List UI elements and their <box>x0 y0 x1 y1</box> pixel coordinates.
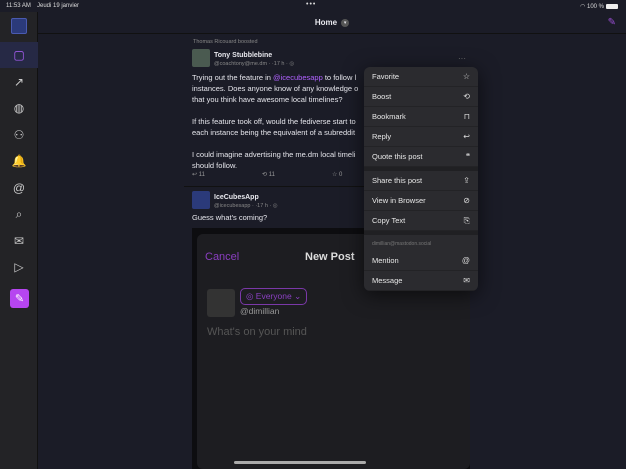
preview-placeholder: What's on your mind <box>207 326 307 338</box>
preview-cancel: Cancel <box>205 251 240 263</box>
context-menu: Favorite ☆ Boost ⟲ Bookmark ⊓ Reply ↩ Quote this… <box>364 67 478 291</box>
sidebar-item-explore[interactable]: ◍ <box>0 95 38 121</box>
menu-item-boost[interactable]: Boost ⟲ <box>364 87 478 107</box>
author-handle: @coachtony@me.dm · ·17 h · ◎ <box>214 61 295 67</box>
menu-item-view-in-browser[interactable]: View in Browser ⊘ <box>364 191 478 211</box>
menu-item-label: Favorite <box>372 72 400 81</box>
compose-icon[interactable]: ✎ <box>608 17 616 28</box>
wifi-icon: ◠ <box>580 4 587 10</box>
menu-item-label: Quote this post <box>372 152 423 161</box>
sidebar: ▢ ↗ ◍ ⚇ 🔔 @ ⌕ ✉ ▷ ✎ <box>0 12 38 469</box>
author-name[interactable]: Tony Stubblebine <box>214 52 272 59</box>
menu-item-bookmark[interactable]: Bookmark ⊓ <box>364 107 478 127</box>
sidebar-item-settings[interactable]: ▷ <box>0 254 38 280</box>
boosted-by: Thomas Ricouard boosted <box>193 39 258 45</box>
messages-icon: ✉ <box>13 233 25 248</box>
sidebar-item-timeline[interactable]: ▢ <box>0 42 38 68</box>
settings-icon: ▷ <box>14 260 24 274</box>
view-icon: ⊘ <box>463 196 470 205</box>
sidebar-item-messages[interactable]: ✉ <box>0 228 38 254</box>
menu-item-label: Bookmark <box>372 112 406 121</box>
reply-count: 11 <box>198 172 205 178</box>
menu-item-label: Mention <box>372 256 399 265</box>
mentions-icon: @ <box>12 180 26 195</box>
menu-item-label: Share this post <box>372 176 423 185</box>
preview-visibility: ◎ Everyone ⌄ <box>240 288 308 305</box>
preview-title: New Post <box>305 251 355 263</box>
avatar[interactable] <box>192 191 210 209</box>
reply-icon: ↩ <box>463 132 470 141</box>
favorite-icon: ☆ <box>462 72 470 81</box>
battery-icon <box>606 3 618 9</box>
sidebar-item-trending[interactable]: ↗ <box>0 69 38 95</box>
multitask-dots[interactable]: ••• <box>306 1 316 8</box>
bookmark-icon: ⊓ <box>463 112 470 121</box>
menu-item-label: Boost <box>372 92 392 101</box>
home-indicator[interactable] <box>234 461 366 464</box>
notifications-icon: 🔔 <box>11 154 27 168</box>
favorite-button[interactable]: ☆ 0 <box>332 171 342 178</box>
sidebar-item-search[interactable]: ⌕ <box>0 201 38 227</box>
share-icon: ⇪ <box>463 176 470 185</box>
message-icon: ✉ <box>463 276 470 285</box>
mention-icon: @ <box>461 256 470 265</box>
search-icon: ⌕ <box>15 206 23 221</box>
status-right: ◠ 100 % <box>580 3 618 10</box>
menu-item-copy-text[interactable]: Copy Text ⎘ <box>364 211 478 231</box>
reply-button[interactable]: ↩ 11 <box>192 171 205 178</box>
page-title[interactable]: Home <box>315 18 337 27</box>
people-icon: ⚇ <box>13 127 25 142</box>
menu-item-share-this-post[interactable]: Share this post ⇪ <box>364 171 478 191</box>
menu-item-message[interactable]: Message ✉ <box>364 271 478 291</box>
status-date: Jeudi 19 janvier <box>37 3 80 9</box>
account-avatar[interactable] <box>11 18 27 34</box>
menu-item-reply[interactable]: Reply ↩ <box>364 127 478 147</box>
menu-item-label: Message <box>372 276 403 285</box>
timeline-icon: ▢ <box>13 48 25 62</box>
sidebar-item-notifications[interactable]: 🔔 <box>0 148 38 174</box>
status-bar: 11:53 AM Jeudi 19 janvier ••• ◠ 100 % <box>0 0 626 12</box>
visibility-label: Everyone <box>255 291 292 301</box>
more-icon[interactable]: ··· <box>458 54 466 63</box>
text: to follow l instances. Does anyone know … <box>192 73 359 170</box>
author-handle: @icecubesapp · ·17 h · ◎ <box>214 203 278 209</box>
battery-percent: 100 % <box>586 4 604 10</box>
avatar[interactable] <box>192 49 210 67</box>
mention-link[interactable]: @icecubesapp <box>273 73 323 82</box>
menu-item-label: Reply <box>372 132 392 141</box>
copy-icon: ⎘ <box>463 215 470 225</box>
trending-icon: ↗ <box>13 74 25 89</box>
header: Home ▾ ✎ <box>38 12 626 34</box>
status-time: 11:53 AM <box>6 3 31 9</box>
preview-user: @dimillian <box>240 306 280 316</box>
text: Trying out the feature in <box>192 73 274 82</box>
menu-item-label: View in Browser <box>372 196 426 205</box>
boost-button[interactable]: ⟲ 11 <box>262 171 275 178</box>
boost-icon: ⟲ <box>463 92 470 101</box>
sidebar-item-people[interactable]: ⚇ <box>0 122 38 148</box>
preview-avatar <box>207 289 235 317</box>
sidebar-item-mentions[interactable]: @ <box>0 175 38 201</box>
author-name[interactable]: IceCubesApp <box>214 194 259 201</box>
menu-item-favorite[interactable]: Favorite ☆ <box>364 67 478 87</box>
chevron-down-icon[interactable]: ▾ <box>341 18 350 27</box>
menu-account-header: dimillian@mastodon.social <box>372 241 432 247</box>
favorite-count: 0 <box>339 172 343 178</box>
explore-icon: ◍ <box>13 101 25 115</box>
quote-icon: ❝ <box>465 152 470 161</box>
menu-item-label: Copy Text <box>372 216 406 225</box>
menu-item-quote-this-post[interactable]: Quote this post ❝ <box>364 147 478 167</box>
compose-button[interactable]: ✎ <box>10 289 29 308</box>
boost-count: 11 <box>268 172 275 178</box>
menu-item-mention[interactable]: Mention @ <box>364 251 478 271</box>
